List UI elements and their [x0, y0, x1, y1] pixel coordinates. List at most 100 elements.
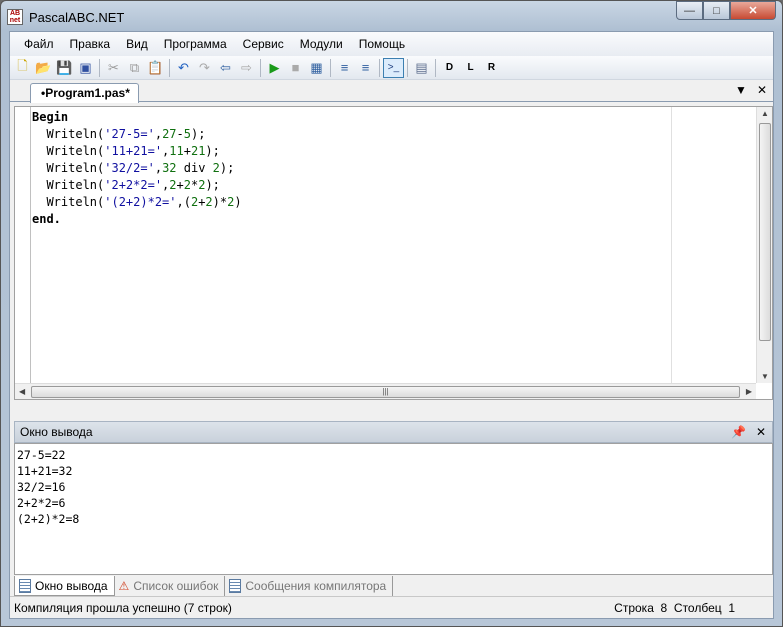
menu-edit[interactable]: Правка [62, 37, 119, 51]
output-panel-title: Окно вывода [20, 425, 93, 439]
code-token: Begin [32, 110, 69, 124]
doc-l-icon[interactable]: L [460, 58, 481, 78]
undo-icon[interactable]: ↶ [173, 58, 194, 78]
code-token: 32 [162, 161, 177, 175]
output-line: (2+2)*2=8 [17, 512, 80, 526]
code-token: 2 [212, 161, 220, 175]
toolbar: 🗋 📂 💾 ▣ ✂ ⧉ 📋 ↶ ↷ ⇦ ⇨ ▶ ■ ▦ ≡ ≡ >_ ▤ D L… [10, 56, 773, 80]
doc-r-icon[interactable]: R [481, 58, 502, 78]
horizontal-scrollbar[interactable]: ◀ ||| ▶ [15, 383, 756, 399]
col-label: Столбец [673, 600, 722, 615]
error-list-icon: ⚠ [118, 579, 130, 593]
tab-error-list[interactable]: ⚠ Список ошибок [115, 576, 226, 596]
code-text[interactable]: Begin Writeln('27-5=',27-5); Writeln('11… [32, 109, 242, 228]
editor-gutter [15, 107, 31, 383]
code-token: 21 [190, 144, 206, 158]
horizontal-scroll-thumb[interactable]: ||| [31, 386, 740, 398]
tab-label: Сообщения компилятора [245, 579, 387, 593]
close-tab-icon[interactable]: ✕ [757, 83, 767, 97]
vertical-scroll-thumb[interactable] [759, 123, 771, 341]
menu-help[interactable]: Помощь [351, 37, 413, 51]
output-list-icon [19, 578, 31, 593]
code-token: )* [212, 195, 228, 209]
code-editor[interactable]: Begin Writeln('27-5=',27-5); Writeln('11… [14, 106, 773, 400]
open-folder-icon[interactable]: 📂 [33, 58, 54, 78]
row-label: Строка [614, 600, 654, 615]
code-line: end. [32, 211, 242, 228]
code-token: ) [234, 195, 242, 209]
save-icon[interactable]: 💾 [54, 58, 75, 78]
code-token: ); [219, 161, 235, 175]
tab-program1[interactable]: •Program1.pas* [30, 83, 139, 103]
copy-icon[interactable]: ⧉ [124, 58, 145, 78]
doc-d-icon[interactable]: D [439, 58, 460, 78]
menu-program[interactable]: Программа [156, 37, 235, 51]
stop-icon[interactable]: ■ [285, 58, 306, 78]
code-token: + [176, 178, 184, 192]
code-line: Begin [32, 109, 242, 126]
redo-icon[interactable]: ↷ [194, 58, 215, 78]
format-code-icon[interactable]: ▤ [411, 58, 432, 78]
navigate-back-icon[interactable]: ⇦ [215, 58, 236, 78]
code-token: ); [190, 127, 206, 141]
code-token: div [176, 161, 213, 175]
output-line: 32/2=16 [17, 480, 66, 494]
menu-modules[interactable]: Модули [292, 37, 351, 51]
compile-icon[interactable]: ▦ [306, 58, 327, 78]
cut-icon[interactable]: ✂ [103, 58, 124, 78]
tab-compiler-messages[interactable]: Сообщения компилятора [225, 576, 394, 596]
tab-label: Список ошибок [133, 579, 219, 593]
editor-tab-strip: •Program1.pas* ▼ ✕ [10, 80, 773, 103]
code-token: '11+21=' [104, 144, 163, 158]
output-line: 2+2*2=6 [17, 496, 66, 510]
output-panel-header: Окно вывода 📌 ✕ [14, 421, 773, 443]
menu-view[interactable]: Вид [118, 37, 156, 51]
output-line: 11+21=32 [17, 464, 73, 478]
output-window-icon[interactable]: >_ [383, 57, 404, 78]
code-token: Writeln( [32, 161, 105, 175]
menu-bar: Файл Правка Вид Программа Сервис Модули … [10, 32, 773, 56]
menu-service[interactable]: Сервис [235, 37, 292, 51]
code-token: - [176, 127, 184, 141]
cursor-position: Строка 8 Столбец 1 [614, 601, 735, 615]
tab-list-dropdown-icon[interactable]: ▼ [735, 83, 747, 97]
code-token: 5 [183, 127, 191, 141]
code-line: Writeln('2+2*2=',2+2*2); [32, 177, 242, 194]
code-line: Writeln('27-5=',27-5); [32, 126, 242, 143]
code-line: Writeln('32/2=',32 div 2); [32, 160, 242, 177]
vertical-scrollbar[interactable]: ▲ ▼ [756, 107, 772, 383]
tab-output-window[interactable]: Окно вывода [14, 576, 115, 596]
maximize-button[interactable]: □ [703, 1, 730, 20]
code-token: Writeln( [32, 195, 105, 209]
step-into-icon[interactable]: ≡ [334, 58, 355, 78]
minimize-button[interactable]: — [676, 1, 703, 20]
code-line: Writeln('(2+2)*2=',(2+2)*2) [32, 194, 242, 211]
close-button[interactable]: ✕ [730, 1, 776, 20]
navigate-forward-icon[interactable]: ⇨ [236, 58, 257, 78]
col-value: 1 [728, 600, 735, 615]
save-all-icon[interactable]: ▣ [75, 58, 96, 78]
code-token: , [154, 127, 163, 141]
output-text[interactable]: 27-5=22 11+21=32 32/2=16 2+2*2=6 (2+2)*2… [14, 443, 773, 575]
run-icon[interactable]: ▶ [264, 58, 285, 78]
pin-icon[interactable]: 📌 [731, 422, 746, 442]
app-window: AB net PascalABC.NET — □ ✕ Файл Правка Ви… [0, 0, 783, 627]
code-token: ,( [176, 195, 191, 209]
paste-icon[interactable]: 📋 [145, 58, 166, 78]
code-token: + [183, 144, 191, 158]
bottom-tabs: Окно вывода ⚠ Список ошибок Сообщения ком… [14, 575, 394, 597]
status-message: Компиляция прошла успешно (7 строк) [14, 600, 232, 615]
code-token: 11 [169, 144, 184, 158]
status-bar: Компиляция прошла успешно (7 строк) Стро… [10, 596, 773, 618]
messages-icon [229, 579, 242, 593]
code-token: '32/2=' [104, 161, 155, 175]
code-token: '27-5=' [104, 127, 155, 141]
code-line: Writeln('11+21=',11+21); [32, 143, 242, 160]
code-token: ); [205, 178, 220, 192]
step-over-icon[interactable]: ≡ [355, 58, 376, 78]
close-panel-icon[interactable]: ✕ [756, 422, 766, 442]
new-file-icon[interactable]: 🗋 [12, 58, 33, 78]
menu-file[interactable]: Файл [16, 37, 62, 51]
window-title: PascalABC.NET [29, 9, 125, 25]
app-icon: AB net [7, 9, 23, 25]
